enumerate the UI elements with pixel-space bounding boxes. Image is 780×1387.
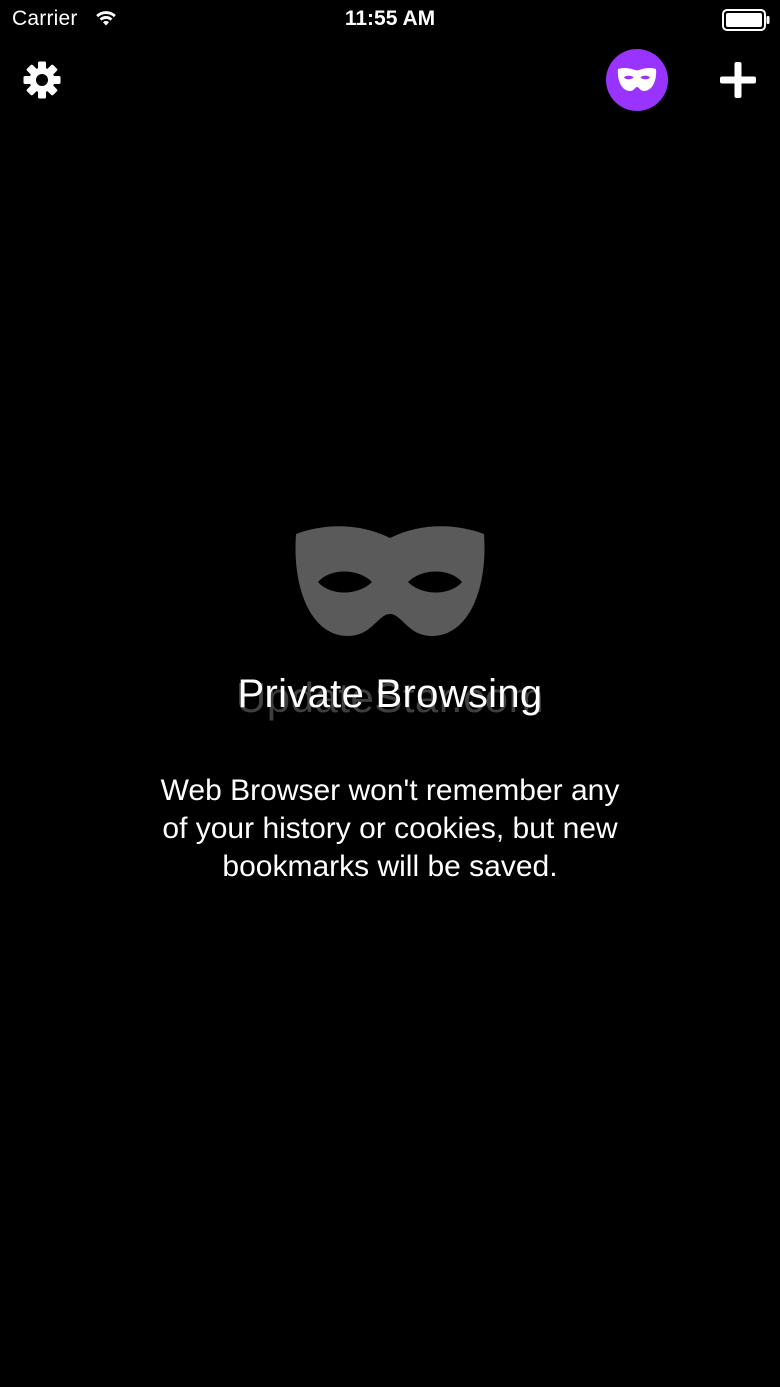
- add-tab-button[interactable]: [716, 58, 760, 102]
- status-bar: Carrier 11:55 AM: [0, 0, 780, 40]
- private-browsing-title: Private Browsing: [237, 672, 543, 716]
- tab-tray-toolbar: [0, 40, 780, 124]
- gear-icon: [23, 61, 61, 99]
- settings-button[interactable]: [20, 58, 64, 102]
- plus-icon: [720, 62, 756, 98]
- status-time: 11:55 AM: [344, 7, 436, 30]
- private-browsing-description: Web Browser won't remember any of your h…: [160, 774, 620, 883]
- private-browsing-empty-state: UpdateStar.com Private Browsing Web Brow…: [0, 520, 780, 886]
- mask-icon: [617, 67, 657, 91]
- mask-icon: [295, 526, 485, 636]
- private-mode-toggle[interactable]: [606, 49, 668, 111]
- battery-icon: [722, 9, 770, 31]
- title-area: UpdateStar.com Private Browsing: [0, 672, 780, 724]
